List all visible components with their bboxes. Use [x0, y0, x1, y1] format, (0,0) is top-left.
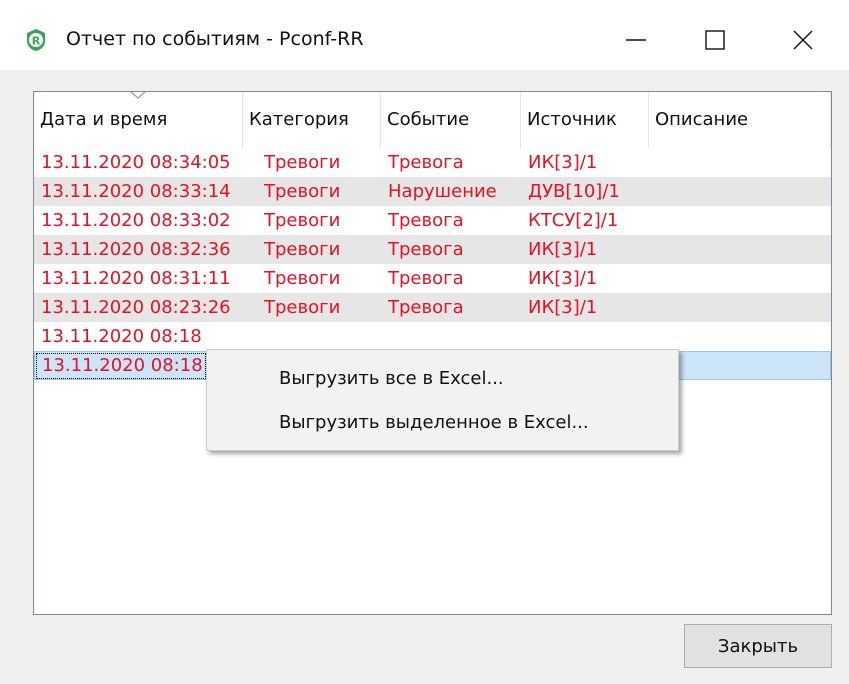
column-header-source[interactable]: Источник: [521, 92, 649, 148]
menu-item-export-all[interactable]: Выгрузить все в Excel...: [209, 358, 676, 400]
minimize-icon: [626, 39, 646, 41]
table-row[interactable]: 13.11.2020 08:34:05 Тревоги Тревога ИК[3…: [34, 148, 831, 177]
column-header-label: Дата и время: [40, 109, 168, 130]
cell-datetime: 13.11.2020 08:32:36: [41, 239, 231, 260]
cell-category: Тревоги: [264, 152, 341, 173]
cell-datetime: 13.11.2020 08:31:11: [41, 268, 231, 289]
cell-source: ИК[3]/1: [528, 152, 598, 173]
cell-category: Тревоги: [264, 210, 341, 231]
chevron-down-icon: [130, 92, 146, 99]
cell-datetime: 13.11.2020 08:33:14: [41, 181, 231, 202]
app-logo-icon: R: [27, 29, 45, 51]
cell-source: ИК[3]/1: [528, 268, 598, 289]
title-bar: R Отчет по событиям - Pconf-RR: [0, 10, 849, 70]
cell-event: Тревога: [388, 297, 464, 318]
column-header-category[interactable]: Категория: [243, 92, 381, 148]
cell-category: Тревоги: [264, 297, 341, 318]
table-row[interactable]: 13.11.2020 08:23:26 Тревоги Тревога ИК[3…: [34, 293, 831, 322]
maximize-button[interactable]: [669, 10, 761, 70]
cell-datetime: 13.11.2020 08:34:05: [41, 152, 231, 173]
report-window: R Отчет по событиям - Pconf-RR Дата и вр…: [0, 10, 849, 684]
table-row[interactable]: 13.11.2020 08:33:14 Тревоги Нарушение ДУ…: [34, 177, 831, 206]
cell-datetime: 13.11.2020 08:18: [41, 326, 202, 347]
table-row[interactable]: 13.11.2020 08:18: [34, 322, 831, 351]
background-window-fragment: [0, 0, 849, 10]
column-header-label: Событие: [387, 109, 470, 130]
column-header-description[interactable]: Описание: [649, 92, 831, 148]
list-header: Дата и время Категория Событие Источник …: [34, 92, 831, 148]
cell-datetime: 13.11.2020 08:23:26: [41, 297, 231, 318]
svg-text:R: R: [32, 35, 41, 48]
column-header-event[interactable]: Событие: [381, 92, 521, 148]
table-row[interactable]: 13.11.2020 08:32:36 Тревоги Тревога ИК[3…: [34, 235, 831, 264]
close-icon: [793, 30, 813, 50]
column-header-label: Источник: [527, 109, 617, 130]
cell-source: ИК[3]/1: [528, 239, 598, 260]
cell-category: Тревоги: [264, 181, 341, 202]
table-row[interactable]: 13.11.2020 08:31:11 Тревоги Тревога ИК[3…: [34, 264, 831, 293]
cell-category: Тревоги: [264, 268, 341, 289]
cell-source: КТСУ[2]/1: [528, 210, 619, 231]
cell-event: Нарушение: [388, 181, 497, 202]
maximize-icon: [705, 30, 725, 50]
window-title: Отчет по событиям - Pconf-RR: [66, 28, 364, 50]
cell-event: Тревога: [388, 268, 464, 289]
cell-category: Тревоги: [264, 239, 341, 260]
cell-source: ДУВ[10]/1: [528, 181, 620, 202]
cell-source: ИК[3]/1: [528, 297, 598, 318]
cell-event: Тревога: [388, 210, 464, 231]
cell-event: Тревога: [388, 152, 464, 173]
cell-datetime: 13.11.2020 08:18: [42, 355, 203, 376]
close-window-button[interactable]: [757, 10, 849, 70]
cell-event: Тревога: [388, 239, 464, 260]
column-header-label: Категория: [249, 109, 349, 130]
context-menu: Выгрузить все в Excel... Выгрузить выдел…: [206, 349, 679, 451]
column-header-datetime[interactable]: Дата и время: [34, 92, 243, 148]
cell-datetime: 13.11.2020 08:33:02: [41, 210, 231, 231]
table-row[interactable]: 13.11.2020 08:33:02 Тревоги Тревога КТСУ…: [34, 206, 831, 235]
column-header-label: Описание: [655, 109, 749, 130]
close-button[interactable]: Закрыть: [684, 624, 832, 668]
menu-item-export-selected[interactable]: Выгрузить выделенное в Excel...: [209, 402, 676, 444]
